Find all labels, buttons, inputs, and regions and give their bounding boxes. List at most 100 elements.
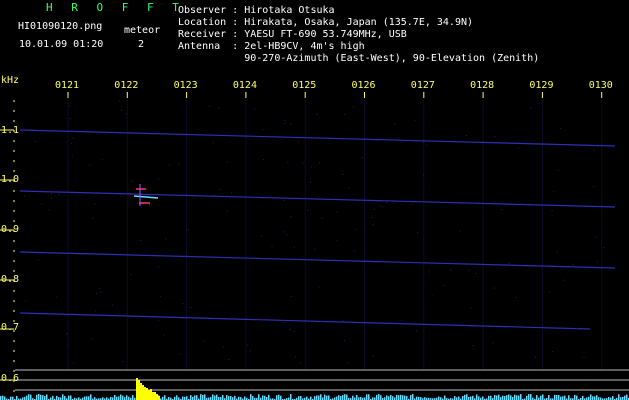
noise-floor-bar: [0, 396, 2, 400]
noise-speck: [295, 356, 297, 358]
noise-floor-bar: [326, 395, 328, 400]
noise-floor-bar: [378, 394, 380, 400]
noise-speck: [344, 113, 346, 115]
noise-floor-bar: [526, 395, 528, 400]
noise-speck: [208, 105, 210, 107]
noise-speck: [530, 107, 532, 109]
noise-floor-bar: [518, 395, 520, 400]
noise-floor-bar: [498, 394, 500, 400]
noise-floor-bar: [310, 396, 312, 400]
noise-floor-bar: [342, 395, 344, 400]
noise-floor-bar: [482, 396, 484, 400]
noise-floor-bar: [554, 394, 556, 400]
noise-floor-bar: [196, 395, 198, 400]
noise-floor-bar: [404, 395, 406, 400]
noise-floor-bar: [52, 395, 54, 400]
noise-speck: [583, 357, 585, 359]
noise-speck: [25, 300, 27, 302]
noise-speck: [444, 284, 446, 286]
noise-speck: [394, 122, 396, 124]
noise-speck: [222, 346, 224, 348]
noise-floor-bar: [38, 394, 40, 400]
noise-speck: [262, 159, 264, 161]
noise-floor-bar: [306, 396, 308, 400]
noise-floor-bar: [276, 395, 278, 400]
noise-speck: [314, 248, 316, 250]
time-tick-label: 0121: [55, 80, 80, 91]
noise-speck: [118, 100, 120, 102]
app-title: H R O F F T: [46, 1, 185, 14]
noise-speck: [228, 359, 230, 361]
noise-floor-bar: [400, 394, 402, 400]
noise-speck: [226, 210, 228, 212]
noise-speck: [426, 144, 428, 146]
noise-speck: [220, 188, 222, 190]
freq-tick-label: 0.6: [1, 373, 20, 384]
noise-speck: [552, 351, 554, 353]
noise-floor-bar: [568, 395, 570, 400]
noise-floor-bar: [40, 394, 42, 400]
signal-burst-bar: [158, 396, 160, 400]
signal-burst-bar: [152, 392, 154, 400]
noise-speck: [525, 138, 527, 140]
signal-burst-bar: [146, 388, 148, 400]
freq-tick-label: 1.1: [1, 125, 20, 136]
noise-speck: [159, 296, 161, 298]
noise-speck: [352, 106, 354, 108]
time-tick-label: 0126: [351, 80, 376, 91]
noise-floor-bar: [390, 394, 392, 400]
noise-floor-bar: [280, 395, 282, 400]
noise-speck: [356, 229, 358, 231]
time-tick-label: 0129: [529, 80, 554, 91]
noise-speck: [552, 191, 554, 193]
noise-speck: [69, 118, 71, 120]
noise-speck: [66, 333, 68, 335]
noise-floor-bar: [228, 396, 230, 400]
noise-speck: [283, 322, 285, 324]
noise-floor-bar: [510, 395, 512, 400]
noise-floor-bar: [406, 396, 408, 400]
noise-speck: [249, 350, 251, 352]
noise-speck: [381, 206, 383, 208]
noise-speck: [112, 304, 114, 306]
noise-floor-bar: [612, 396, 614, 400]
noise-floor-bar: [516, 395, 518, 400]
noise-speck: [101, 159, 103, 161]
noise-speck: [140, 239, 142, 241]
noise-speck: [560, 127, 562, 129]
location-line: Location : Hirakata, Osaka, Japan (135.7…: [178, 17, 474, 28]
noise-floor-bar: [252, 395, 254, 400]
noise-floor-bar: [316, 395, 318, 400]
freq-tick-label: 0.9: [1, 224, 20, 235]
noise-speck: [99, 287, 101, 289]
noise-speck: [414, 120, 416, 122]
meteor-echo-mark: [133, 195, 159, 199]
time-tick-label: 0124: [232, 80, 257, 91]
noise-speck: [71, 143, 73, 145]
noise-floor-bar: [560, 396, 562, 400]
noise-speck: [254, 108, 256, 110]
noise-speck: [557, 170, 559, 172]
noise-speck: [300, 362, 302, 364]
noise-speck: [51, 197, 53, 199]
noise-floor-bar: [30, 394, 32, 400]
noise-floor-bar: [230, 396, 232, 400]
noise-floor-bar: [86, 396, 88, 400]
noise-speck: [321, 217, 323, 219]
noise-floor-bar: [496, 395, 498, 400]
noise-speck: [415, 140, 417, 142]
noise-floor-bar: [624, 395, 626, 400]
antenna-line: Antenna : 2el-HB9CV, 4m's high: [178, 41, 365, 52]
noise-floor-bar: [590, 394, 592, 400]
noise-floor-bar: [338, 395, 340, 400]
noise-floor-bar: [258, 394, 260, 400]
noise-floor-bar: [132, 395, 134, 400]
time-tick-label: 0125: [292, 80, 317, 91]
noise-speck: [41, 203, 43, 205]
noise-floor-bar: [182, 396, 184, 400]
noise-floor-bar: [68, 395, 70, 400]
noise-speck: [348, 187, 350, 189]
meteor-label: meteor: [124, 25, 161, 36]
noise-speck: [309, 181, 311, 183]
noise-speck: [593, 186, 595, 188]
